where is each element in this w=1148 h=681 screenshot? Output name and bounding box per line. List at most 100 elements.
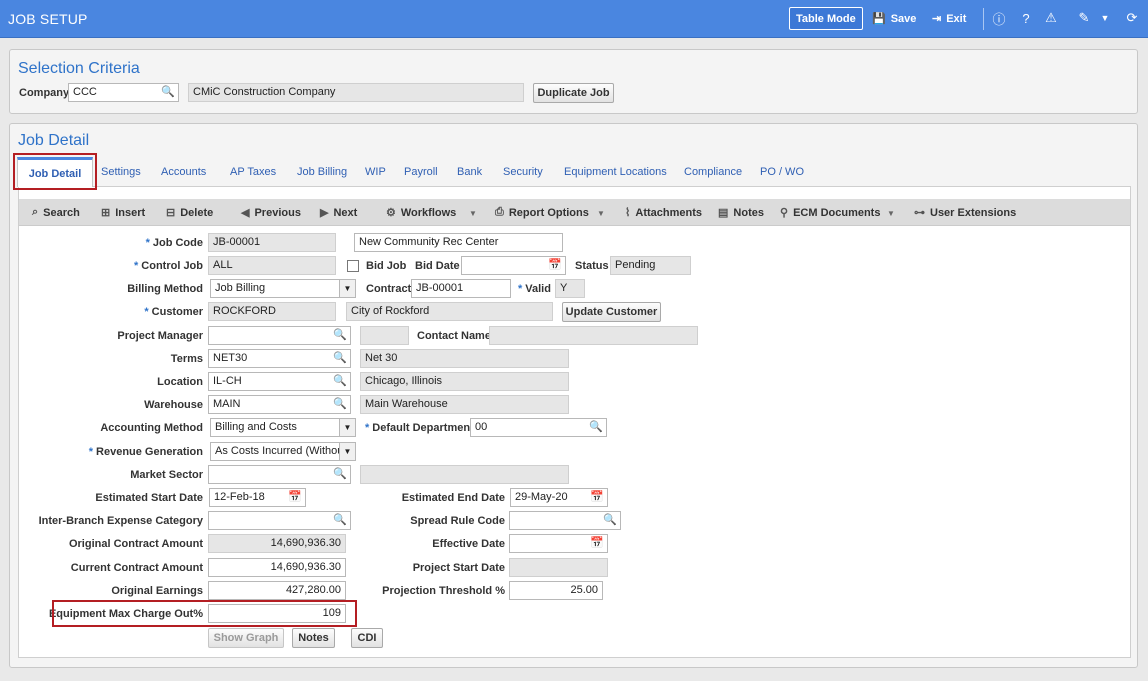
projection-threshold-input[interactable]: 25.00	[509, 581, 603, 600]
tab-payroll[interactable]: Payroll	[404, 166, 438, 178]
tab-accounts[interactable]: Accounts	[161, 166, 206, 178]
exit-button[interactable]: ⇥ Exit	[932, 7, 966, 30]
tab-equipment-locations[interactable]: Equipment Locations	[564, 166, 667, 178]
tab-security[interactable]: Security	[503, 166, 543, 178]
search-icon[interactable]: 🔍	[333, 328, 347, 341]
est-end-date-label: Estimated End Date	[401, 492, 505, 504]
delete-label: Delete	[180, 206, 214, 219]
market-sector-desc-field	[360, 465, 569, 484]
ecm-caret-icon[interactable]: ▼	[887, 209, 895, 218]
cdi-button[interactable]: CDI	[351, 628, 383, 648]
search-icon[interactable]: 🔍	[333, 467, 347, 480]
bid-date-input[interactable]: 📅	[461, 256, 566, 275]
insert-button[interactable]: ⊞ Insert	[101, 206, 145, 220]
chevron-down-icon[interactable]: ▼	[1097, 10, 1113, 26]
show-graph-button[interactable]: Show Graph	[208, 628, 284, 648]
location-label: Location	[157, 376, 203, 388]
location-value: IL-CH	[213, 375, 242, 387]
duplicate-job-button[interactable]: Duplicate Job	[533, 83, 614, 103]
search-icon[interactable]: 🔍	[333, 397, 347, 410]
contact-name-label: Contact Name	[417, 330, 491, 342]
effective-date-label: Effective Date	[432, 538, 505, 550]
refresh-icon[interactable]: ⟳	[1124, 10, 1140, 26]
search-icon[interactable]: 🔍	[333, 351, 347, 364]
search-icon[interactable]: 🔍	[333, 374, 347, 387]
bid-date-label: Bid Date	[415, 260, 460, 272]
project-manager-input[interactable]: 🔍	[208, 326, 351, 345]
tab-wip[interactable]: WIP	[365, 166, 386, 178]
delete-button[interactable]: ⊟ Delete	[166, 206, 214, 220]
terms-input[interactable]: NET30 🔍	[208, 349, 351, 368]
default-department-input[interactable]: 00 🔍	[470, 418, 607, 437]
contract-input[interactable]: JB-00001	[411, 279, 511, 298]
save-button[interactable]: 💾 Save	[872, 7, 916, 30]
search-icon[interactable]: 🔍	[603, 513, 617, 526]
customer-label: * Customer	[144, 306, 203, 318]
edit-icon[interactable]: ✎	[1076, 10, 1092, 26]
notes-tool-button[interactable]: ▤ Notes	[718, 206, 764, 220]
arrow-right-icon: ▶	[320, 207, 329, 219]
highlight-tab	[13, 153, 97, 190]
accounting-method-select[interactable]: Billing and Costs ▼	[210, 418, 356, 437]
notes-button[interactable]: Notes	[292, 628, 335, 648]
tab-settings[interactable]: Settings	[101, 166, 141, 178]
company-name-field: CMiC Construction Company	[188, 83, 524, 102]
spread-rule-input[interactable]: 🔍	[509, 511, 621, 530]
workflows-caret-icon[interactable]: ▼	[469, 209, 477, 218]
customer-field: ROCKFORD	[208, 302, 336, 321]
project-start-date-label: Project Start Date	[412, 562, 505, 574]
ecm-documents-button[interactable]: ⚲ ECM Documents	[780, 206, 880, 220]
search-icon[interactable]: 🔍	[333, 513, 347, 526]
save-label: Save	[890, 12, 917, 25]
calendar-icon[interactable]: 📅	[548, 258, 562, 271]
calendar-icon[interactable]: 📅	[590, 536, 604, 549]
tab-ap-taxes[interactable]: AP Taxes	[230, 166, 276, 178]
search-icon[interactable]: 🔍	[589, 420, 603, 433]
warehouse-input[interactable]: MAIN 🔍	[208, 395, 351, 414]
calendar-icon[interactable]: 📅	[590, 490, 604, 503]
inter-branch-input[interactable]: 🔍	[208, 511, 351, 530]
est-end-date-input[interactable]: 29-May-20 📅	[510, 488, 608, 507]
est-start-date-input[interactable]: 12-Feb-18 📅	[209, 488, 306, 507]
workflows-label: Workflows	[400, 206, 457, 219]
accounting-method-label: Accounting Method	[100, 422, 203, 434]
calendar-icon[interactable]: 📅	[288, 490, 302, 503]
revenue-generation-select[interactable]: As Costs Incurred (Without ▼	[210, 442, 356, 461]
bid-job-checkbox[interactable]	[347, 260, 359, 272]
search-tool-button[interactable]: ⌕ Search	[32, 206, 80, 219]
highlight-equipment-max	[52, 600, 357, 627]
job-name-input[interactable]: New Community Rec Center	[354, 233, 563, 252]
tab-bank[interactable]: Bank	[457, 166, 482, 178]
report-options-caret-icon[interactable]: ▼	[597, 209, 605, 218]
original-earnings-input[interactable]: 427,280.00	[208, 581, 346, 600]
attachments-button[interactable]: ⌇ Attachments	[625, 206, 702, 220]
tab-compliance[interactable]: Compliance	[684, 166, 742, 178]
warning-icon[interactable]: ⚠	[1043, 10, 1059, 26]
table-mode-button[interactable]: Table Mode	[789, 7, 863, 30]
workflows-button[interactable]: ⚙ Workflows	[386, 206, 457, 220]
location-input[interactable]: IL-CH 🔍	[208, 372, 351, 391]
chevron-down-icon[interactable]: ▼	[339, 443, 355, 460]
company-input[interactable]: CCC 🔍	[68, 83, 179, 102]
user-extensions-button[interactable]: ⊶ User Extensions	[914, 206, 1016, 220]
previous-button[interactable]: ◀ Previous	[241, 206, 301, 220]
effective-date-input[interactable]: 📅	[509, 534, 608, 553]
next-button[interactable]: ▶ Next	[320, 206, 357, 220]
update-customer-button[interactable]: Update Customer	[562, 302, 661, 322]
help-icon[interactable]: ?	[1018, 10, 1034, 26]
info-icon[interactable]: ⓘ	[991, 10, 1007, 27]
revenue-generation-label: * Revenue Generation	[88, 446, 203, 458]
tab-po-wo[interactable]: PO / WO	[760, 166, 804, 178]
report-options-button[interactable]: ⎙ Report Options	[495, 206, 589, 219]
exit-icon: ⇥	[932, 13, 942, 25]
tab-job-billing[interactable]: Job Billing	[297, 166, 347, 178]
control-job-field: ALL	[208, 256, 336, 275]
market-sector-input[interactable]: 🔍	[208, 465, 351, 484]
current-contract-input[interactable]: 14,690,936.30	[208, 558, 346, 577]
hierarchy-icon: ⊶	[914, 207, 925, 219]
chevron-down-icon[interactable]: ▼	[339, 280, 355, 297]
search-icon[interactable]: 🔍	[161, 85, 175, 98]
chevron-down-icon[interactable]: ▼	[339, 419, 355, 436]
billing-method-select[interactable]: Job Billing ▼	[210, 279, 356, 298]
previous-label: Previous	[254, 206, 301, 219]
